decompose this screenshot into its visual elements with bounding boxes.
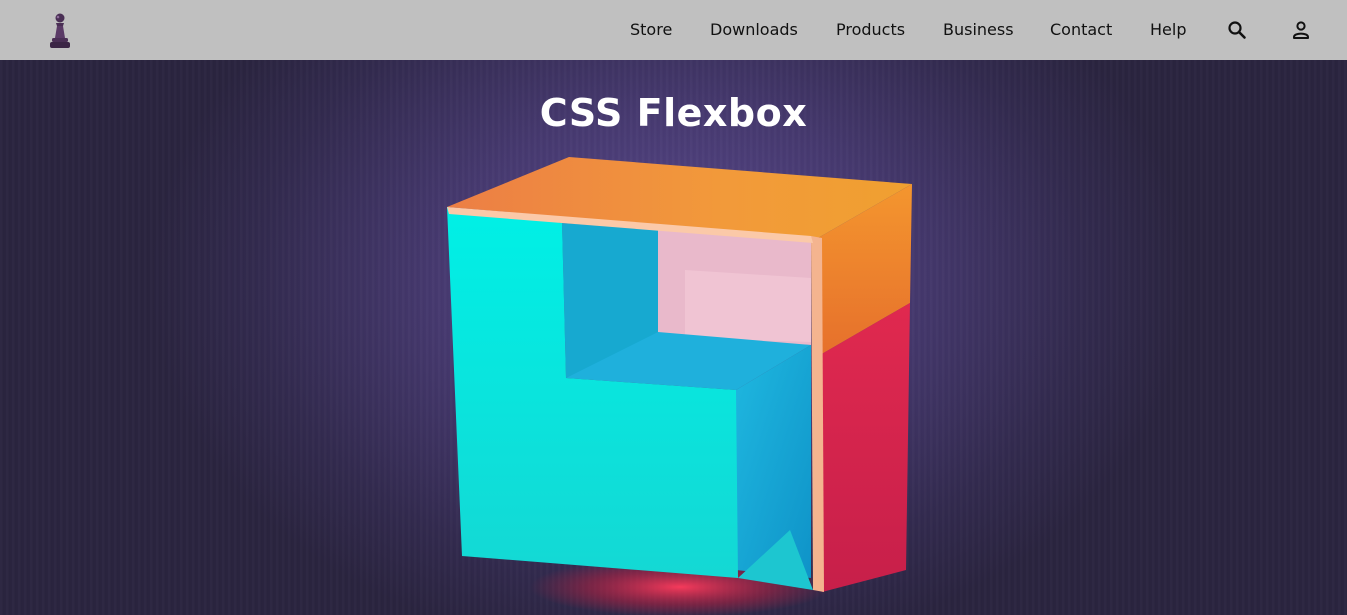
flexbox-cube-illustration xyxy=(447,157,912,615)
nav-products-link[interactable]: Products xyxy=(836,20,905,40)
nav-help-link[interactable]: Help xyxy=(1150,20,1186,40)
nav-store-link[interactable]: Store xyxy=(630,20,672,40)
hero-banner: CSS Flexbox xyxy=(0,60,1347,615)
nav-contact-link[interactable]: Contact xyxy=(1050,20,1112,40)
top-navbar: Store Downloads Products Business Contac… xyxy=(0,0,1347,60)
pawn-logo-icon[interactable] xyxy=(46,12,74,50)
search-icon[interactable] xyxy=(1225,18,1249,42)
user-icon[interactable] xyxy=(1289,18,1313,42)
nav-downloads-link[interactable]: Downloads xyxy=(710,20,798,40)
nav-business-link[interactable]: Business xyxy=(943,20,1014,40)
